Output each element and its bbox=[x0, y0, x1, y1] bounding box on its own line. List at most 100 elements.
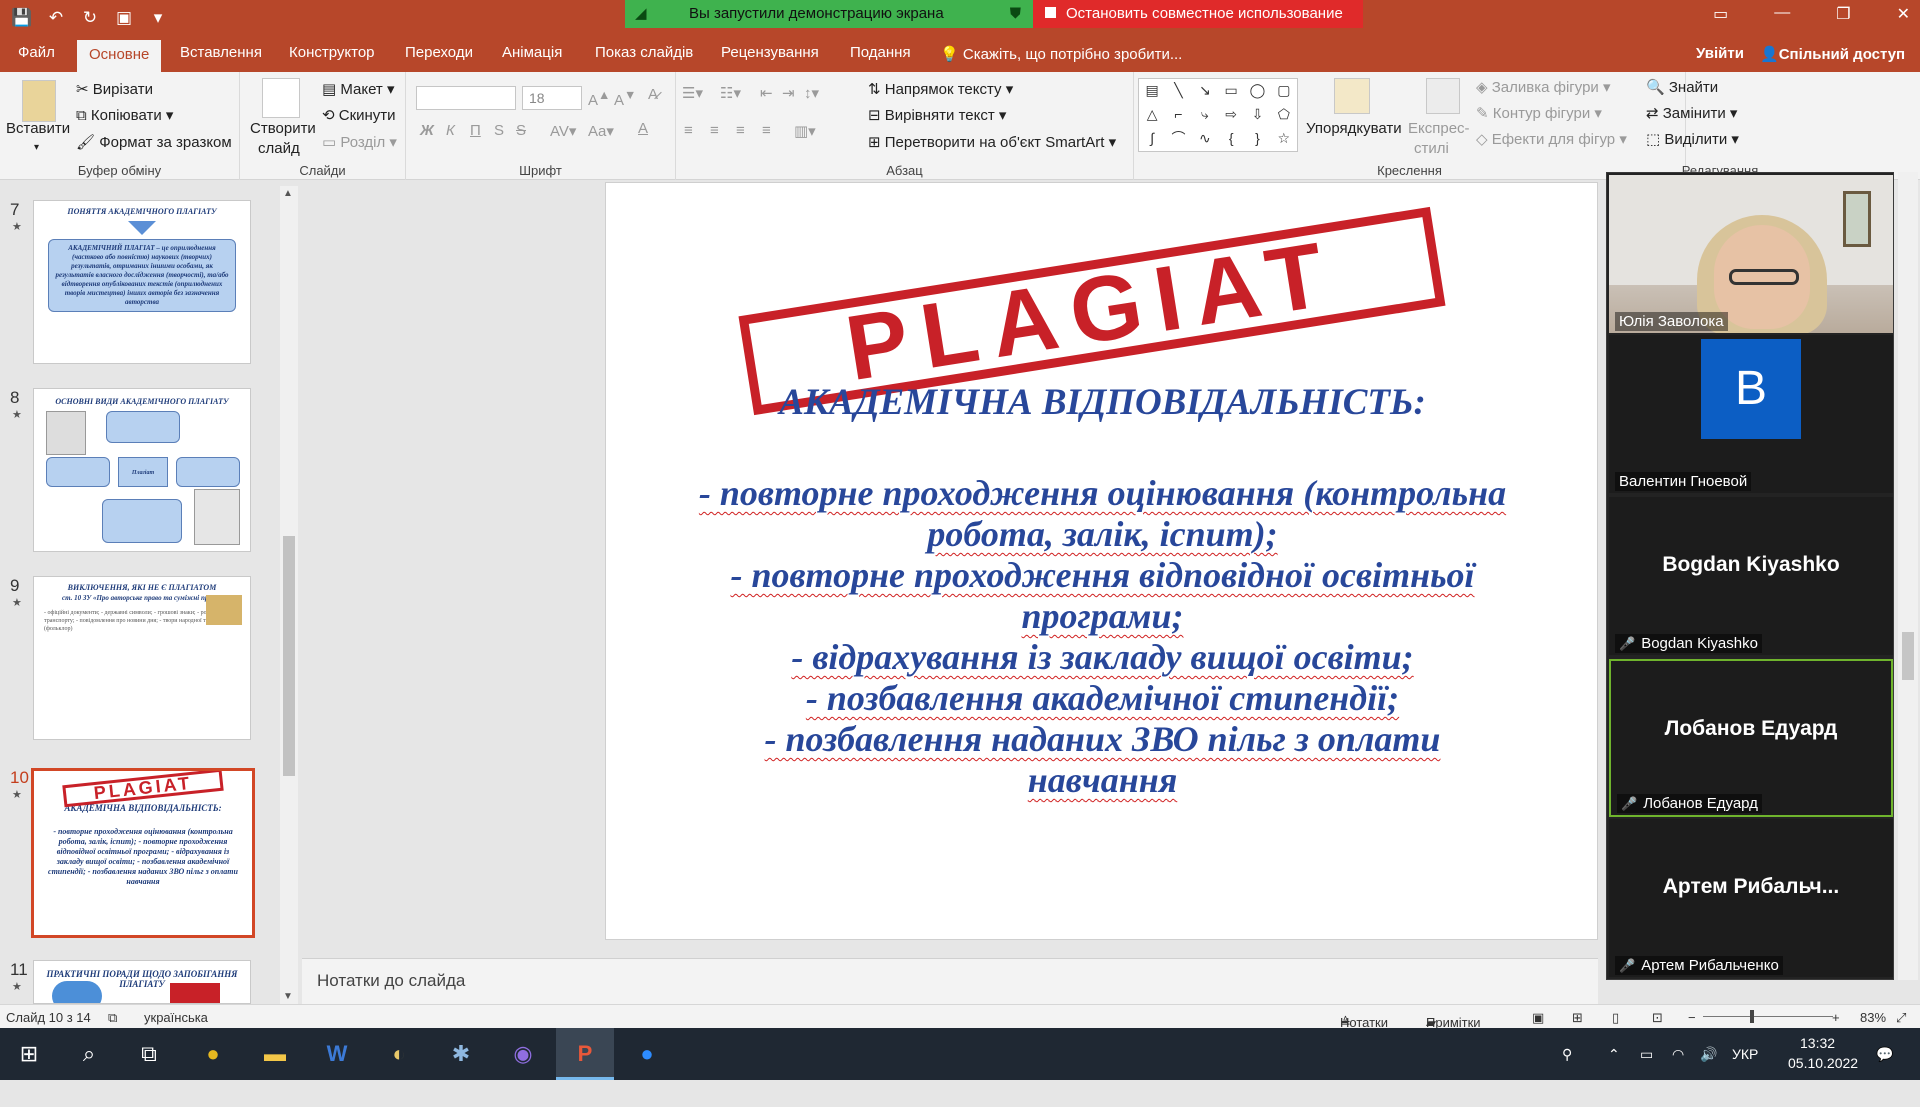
save-icon[interactable]: 💾 bbox=[10, 6, 34, 30]
stop-sharing-button[interactable]: Остановить совместное использование bbox=[1033, 0, 1363, 28]
font-size-input[interactable]: 18 bbox=[522, 86, 582, 110]
find-button[interactable]: 🔍 Знайти bbox=[1646, 78, 1718, 96]
task-view-icon[interactable]: ⧉ bbox=[120, 1028, 178, 1080]
shape-rect-icon[interactable]: ▭ bbox=[1218, 79, 1244, 103]
align-center-icon[interactable]: ≡ bbox=[710, 122, 719, 139]
zoom-slider-knob[interactable] bbox=[1750, 1010, 1754, 1023]
volume-icon[interactable]: 🔊 bbox=[1700, 1028, 1717, 1080]
align-left-icon[interactable]: ≡ bbox=[684, 122, 693, 139]
shape-triangle-icon[interactable]: △ bbox=[1139, 103, 1165, 127]
arrange-button[interactable]: Упорядкувати bbox=[1306, 120, 1402, 137]
new-slide-button[interactable]: Створити bbox=[250, 120, 316, 137]
change-case-button[interactable]: Aa▾ bbox=[588, 122, 614, 140]
justify-icon[interactable]: ≡ bbox=[762, 122, 771, 139]
shape-brace-right-icon[interactable]: } bbox=[1244, 127, 1270, 151]
participant-tile[interactable]: B Валентин Гноевой bbox=[1609, 335, 1893, 493]
cut-button[interactable]: ✂ Вирізати bbox=[76, 80, 153, 98]
photos-icon[interactable]: ✱ bbox=[432, 1028, 490, 1080]
shape-arc-icon[interactable]: ⌒ bbox=[1165, 127, 1191, 151]
select-button[interactable]: ⬚ Виділити ▾ bbox=[1646, 130, 1739, 148]
shape-arrow-icon[interactable]: ↘ bbox=[1192, 79, 1218, 103]
new-slide-icon[interactable] bbox=[262, 78, 300, 118]
shape-elbow-arrow-icon[interactable]: ⤷ bbox=[1192, 103, 1218, 127]
viber-icon[interactable]: ◉ bbox=[494, 1028, 552, 1080]
tab-file[interactable]: Файл bbox=[18, 44, 55, 61]
close-button[interactable]: ✕ bbox=[1897, 4, 1910, 24]
bullets-icon[interactable]: ☰▾ bbox=[682, 84, 703, 102]
tab-design[interactable]: Конструктор bbox=[289, 44, 375, 61]
chrome-icon[interactable]: ● bbox=[184, 1028, 242, 1080]
arrange-icon[interactable] bbox=[1334, 78, 1370, 114]
shape-star-icon[interactable]: ☆ bbox=[1271, 127, 1297, 151]
zoom-icon[interactable]: ● bbox=[618, 1028, 676, 1080]
shape-textbox-icon[interactable]: ▤ bbox=[1139, 79, 1165, 103]
scroll-down-icon[interactable]: ▼ bbox=[283, 991, 293, 1002]
copy-button[interactable]: ⧉ Копіювати ▾ bbox=[76, 106, 173, 124]
clock-date[interactable]: 05.10.2022 bbox=[1788, 1055, 1858, 1107]
paint-icon[interactable]: ◐ bbox=[370, 1028, 428, 1080]
clear-formatting-icon[interactable]: A̷ bbox=[648, 86, 658, 103]
shape-elbow-icon[interactable]: ⌐ bbox=[1165, 103, 1191, 127]
tab-view[interactable]: Подання bbox=[850, 44, 911, 61]
shape-brace-left-icon[interactable]: { bbox=[1218, 127, 1244, 151]
shape-rounded-rect-icon[interactable]: ▢ bbox=[1271, 79, 1297, 103]
slide-thumbnail[interactable]: ОСНОВНІ ВИДИ АКАДЕМІЧНОГО ПЛАГІАТУ Плагі… bbox=[33, 388, 251, 552]
language-indicator[interactable]: українська bbox=[144, 1010, 208, 1025]
ribbon-display-icon[interactable]: ▭ bbox=[1713, 4, 1728, 24]
slide-thumbnail-selected[interactable]: PLAGIAT АКАДЕМІЧНА ВІДПОВІДАЛЬНІСТЬ: - п… bbox=[31, 768, 255, 938]
shadow-button[interactable]: S bbox=[494, 122, 504, 139]
columns-icon[interactable]: ▥▾ bbox=[794, 122, 816, 140]
sign-in-link[interactable]: Увійти bbox=[1696, 45, 1744, 62]
redo-icon[interactable]: ↻ bbox=[78, 6, 102, 30]
search-icon[interactable]: ⌕ bbox=[60, 1028, 118, 1080]
participant-tile[interactable]: Юлія Заволока bbox=[1609, 175, 1893, 333]
increase-indent-icon[interactable]: ⇥ bbox=[782, 84, 795, 102]
smartart-button[interactable]: ⊞ Перетворити на об'єкт SmartArt ▾ bbox=[868, 133, 1116, 151]
shape-outline-button[interactable]: ✎ Контур фігури ▾ bbox=[1476, 104, 1602, 122]
zoom-out-icon[interactable]: − bbox=[1688, 1010, 1696, 1025]
participant-tile[interactable]: Артем Рибальч... 🎤 Артем Рибальченко bbox=[1609, 819, 1893, 977]
scroll-up-icon[interactable]: ▲ bbox=[283, 188, 293, 199]
notes-pane[interactable]: Нотатки до слайда bbox=[302, 958, 1598, 1004]
shapes-gallery[interactable]: ▤ ╲ ↘ ▭ ◯ ▢ △ ⌐ ⤷ ⇨ ⇩ ⬠ ∫ ⌒ ∿{} ☆ bbox=[1138, 78, 1298, 152]
undo-icon[interactable]: ↶ bbox=[44, 6, 68, 30]
strikethrough-button[interactable]: S bbox=[516, 122, 526, 139]
participant-tile[interactable]: Bogdan Kiyashko 🎤 Bogdan Kiyashko bbox=[1609, 497, 1893, 655]
tab-insert[interactable]: Вставлення bbox=[180, 44, 262, 61]
battery-icon[interactable]: ▭ bbox=[1640, 1028, 1653, 1080]
paste-dropdown-icon[interactable]: ▾ bbox=[34, 142, 39, 153]
align-right-icon[interactable]: ≡ bbox=[736, 122, 745, 139]
participant-tile-active[interactable]: Лобанов Едуард 🎤 Лобанов Едуард bbox=[1609, 659, 1893, 817]
font-color-button[interactable]: A bbox=[638, 120, 648, 137]
editor-scrollbar[interactable] bbox=[1898, 172, 1918, 980]
tell-me-search[interactable]: 💡 Скажіть, що потрібно зробити... bbox=[940, 45, 1182, 63]
fit-slide-icon[interactable]: ⤢ bbox=[1896, 1010, 1906, 1026]
tab-animations[interactable]: Анімація bbox=[502, 44, 562, 61]
keyboard-language[interactable]: УКР bbox=[1732, 1028, 1758, 1080]
people-icon[interactable]: ⚲ bbox=[1562, 1028, 1572, 1080]
zoom-in-icon[interactable]: + bbox=[1832, 1010, 1840, 1025]
shape-freeform-icon[interactable]: ⬠ bbox=[1271, 103, 1297, 127]
new-slide-button-line2[interactable]: слайд bbox=[258, 140, 300, 157]
minimize-button[interactable]: — bbox=[1774, 4, 1790, 24]
format-painter-button[interactable]: 🖌 Формат за зразком bbox=[76, 133, 232, 151]
share-button[interactable]: 👤Спільний доступ bbox=[1760, 45, 1905, 63]
shrink-font-icon[interactable]: A▼ bbox=[614, 88, 636, 109]
section-button[interactable]: ▭ Розділ ▾ bbox=[322, 133, 397, 151]
numbering-icon[interactable]: ☷▾ bbox=[720, 84, 741, 102]
slide-thumbnail[interactable]: ПОНЯТТЯ АКАДЕМІЧНОГО ПЛАГІАТУ АКАДЕМІЧНИ… bbox=[33, 200, 251, 364]
tab-slideshow[interactable]: Показ слайдів bbox=[595, 44, 693, 61]
shape-right-arrow-icon[interactable]: ⇨ bbox=[1218, 103, 1244, 127]
shape-oval-icon[interactable]: ◯ bbox=[1244, 79, 1270, 103]
notifications-icon[interactable]: 💬 bbox=[1876, 1028, 1893, 1080]
tab-home[interactable]: Основне bbox=[77, 40, 162, 72]
normal-view-icon[interactable]: ▣ bbox=[1532, 1010, 1544, 1026]
paste-icon[interactable] bbox=[22, 80, 56, 122]
zoom-slider[interactable] bbox=[1703, 1016, 1833, 1017]
start-slideshow-icon[interactable]: ▣ bbox=[112, 6, 136, 30]
scrollbar-thumb[interactable] bbox=[1902, 632, 1914, 680]
replace-button[interactable]: ⇄ Замінити ▾ bbox=[1646, 104, 1737, 122]
slide-title[interactable]: АКАДЕМІЧНА ВІДПОВІДАЛЬНІСТЬ: bbox=[606, 381, 1599, 424]
layout-button[interactable]: ▤ Макет ▾ bbox=[322, 80, 395, 98]
underline-button[interactable]: П bbox=[470, 122, 481, 139]
